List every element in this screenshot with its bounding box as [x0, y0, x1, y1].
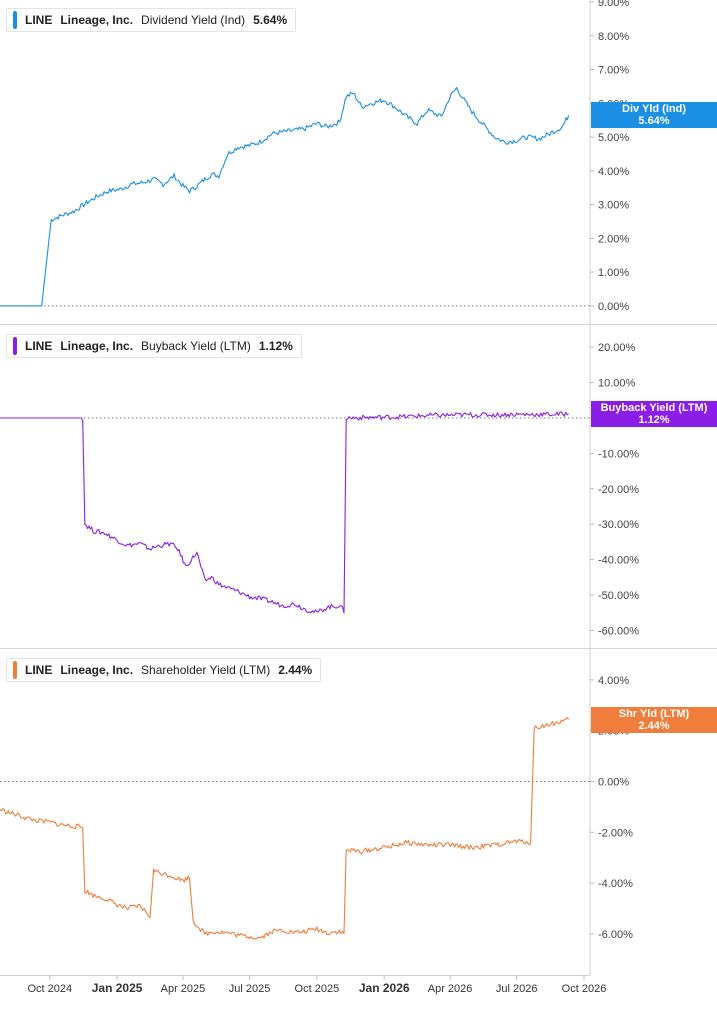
- series-line: [0, 717, 570, 940]
- x-tick-label: Jul 2025: [229, 983, 271, 995]
- legend-swatch-dividend: [13, 11, 17, 29]
- y-tick-label: -4.00%: [598, 878, 633, 890]
- y-tick-label: 1.00%: [598, 267, 629, 279]
- y-tick-label: -6.00%: [598, 929, 633, 941]
- x-tick-label: Oct 2026: [562, 983, 607, 995]
- legend-ticker: LINE: [25, 339, 53, 353]
- y-tick-label: 4.00%: [598, 166, 629, 178]
- x-tick-label: Oct 2024: [27, 983, 72, 995]
- chart-root: 9.00%8.00%7.00%6.00%5.00%4.00%3.00%2.00%…: [0, 0, 717, 1005]
- legend-ticker: LINE: [25, 13, 53, 27]
- series-line: [0, 86, 570, 307]
- tag-value: 2.44%: [638, 719, 670, 732]
- tag-value: 5.64%: [638, 115, 670, 128]
- last-value-tag-buyback: Buyback Yield (LTM) 1.12%: [591, 401, 717, 427]
- legend-swatch-shareholder: [13, 661, 17, 679]
- y-tick-label: 10.00%: [598, 378, 636, 390]
- x-tick-label: Jan 2025: [92, 981, 143, 995]
- tag-label: Div Yld (Ind): [622, 103, 686, 116]
- x-tick-label: Apr 2026: [428, 983, 473, 995]
- y-tick-label: 7.00%: [598, 65, 629, 77]
- legend-shareholder-yield[interactable]: LINE Lineage, Inc. Shareholder Yield (LT…: [6, 658, 322, 682]
- legend-buyback-yield[interactable]: LINE Lineage, Inc. Buyback Yield (LTM) 1…: [6, 334, 302, 358]
- y-tick-label: 9.00%: [598, 0, 629, 9]
- legend-metric: Shareholder Yield (LTM): [141, 663, 271, 677]
- y-tick-label: 0.00%: [598, 777, 629, 789]
- tag-label: Shr Yld (LTM): [618, 707, 690, 720]
- y-tick-label: -40.00%: [598, 555, 639, 567]
- last-value-tag-dividend: Div Yld (Ind) 5.64%: [591, 102, 717, 129]
- tag-label: Buyback Yield (LTM): [600, 402, 708, 414]
- legend-dividend-yield[interactable]: LINE Lineage, Inc. Dividend Yield (Ind) …: [6, 8, 297, 32]
- y-tick-label: -60.00%: [598, 625, 639, 637]
- y-tick-label: 0.00%: [598, 301, 629, 313]
- x-tick-label: Apr 2025: [161, 983, 206, 995]
- y-tick-label: -20.00%: [598, 484, 639, 496]
- y-tick-label: 3.00%: [598, 200, 629, 212]
- legend-metric: Dividend Yield (Ind): [141, 13, 246, 27]
- x-tick-label: Jul 2026: [496, 983, 538, 995]
- y-tick-label: 8.00%: [598, 31, 629, 43]
- legend-ticker: LINE: [25, 663, 53, 677]
- x-tick-label: Jan 2026: [359, 981, 410, 995]
- y-tick-label: -50.00%: [598, 590, 639, 602]
- legend-value: 2.44%: [278, 663, 313, 677]
- last-value-tag-shareholder: Shr Yld (LTM) 2.44%: [591, 706, 717, 733]
- legend-company: Lineage, Inc.: [60, 339, 134, 353]
- y-tick-label: -30.00%: [598, 519, 639, 531]
- chart-svg: 9.00%8.00%7.00%6.00%5.00%4.00%3.00%2.00%…: [0, 0, 717, 995]
- legend-company: Lineage, Inc.: [60, 663, 134, 677]
- x-tick-label: Oct 2025: [295, 983, 340, 995]
- series-line: [0, 411, 569, 614]
- y-tick-label: 5.00%: [598, 132, 629, 144]
- y-tick-label: -2.00%: [598, 827, 633, 839]
- y-tick-label: 20.00%: [598, 342, 636, 354]
- legend-value: 5.64%: [253, 13, 288, 27]
- tag-value: 1.12%: [638, 414, 670, 426]
- legend-company: Lineage, Inc.: [60, 13, 134, 27]
- legend-value: 1.12%: [258, 339, 293, 353]
- y-tick-label: -10.00%: [598, 448, 639, 460]
- y-tick-label: 2.00%: [598, 233, 629, 245]
- legend-swatch-buyback: [13, 337, 17, 355]
- legend-metric: Buyback Yield (LTM): [141, 339, 251, 353]
- y-tick-label: 4.00%: [598, 675, 629, 687]
